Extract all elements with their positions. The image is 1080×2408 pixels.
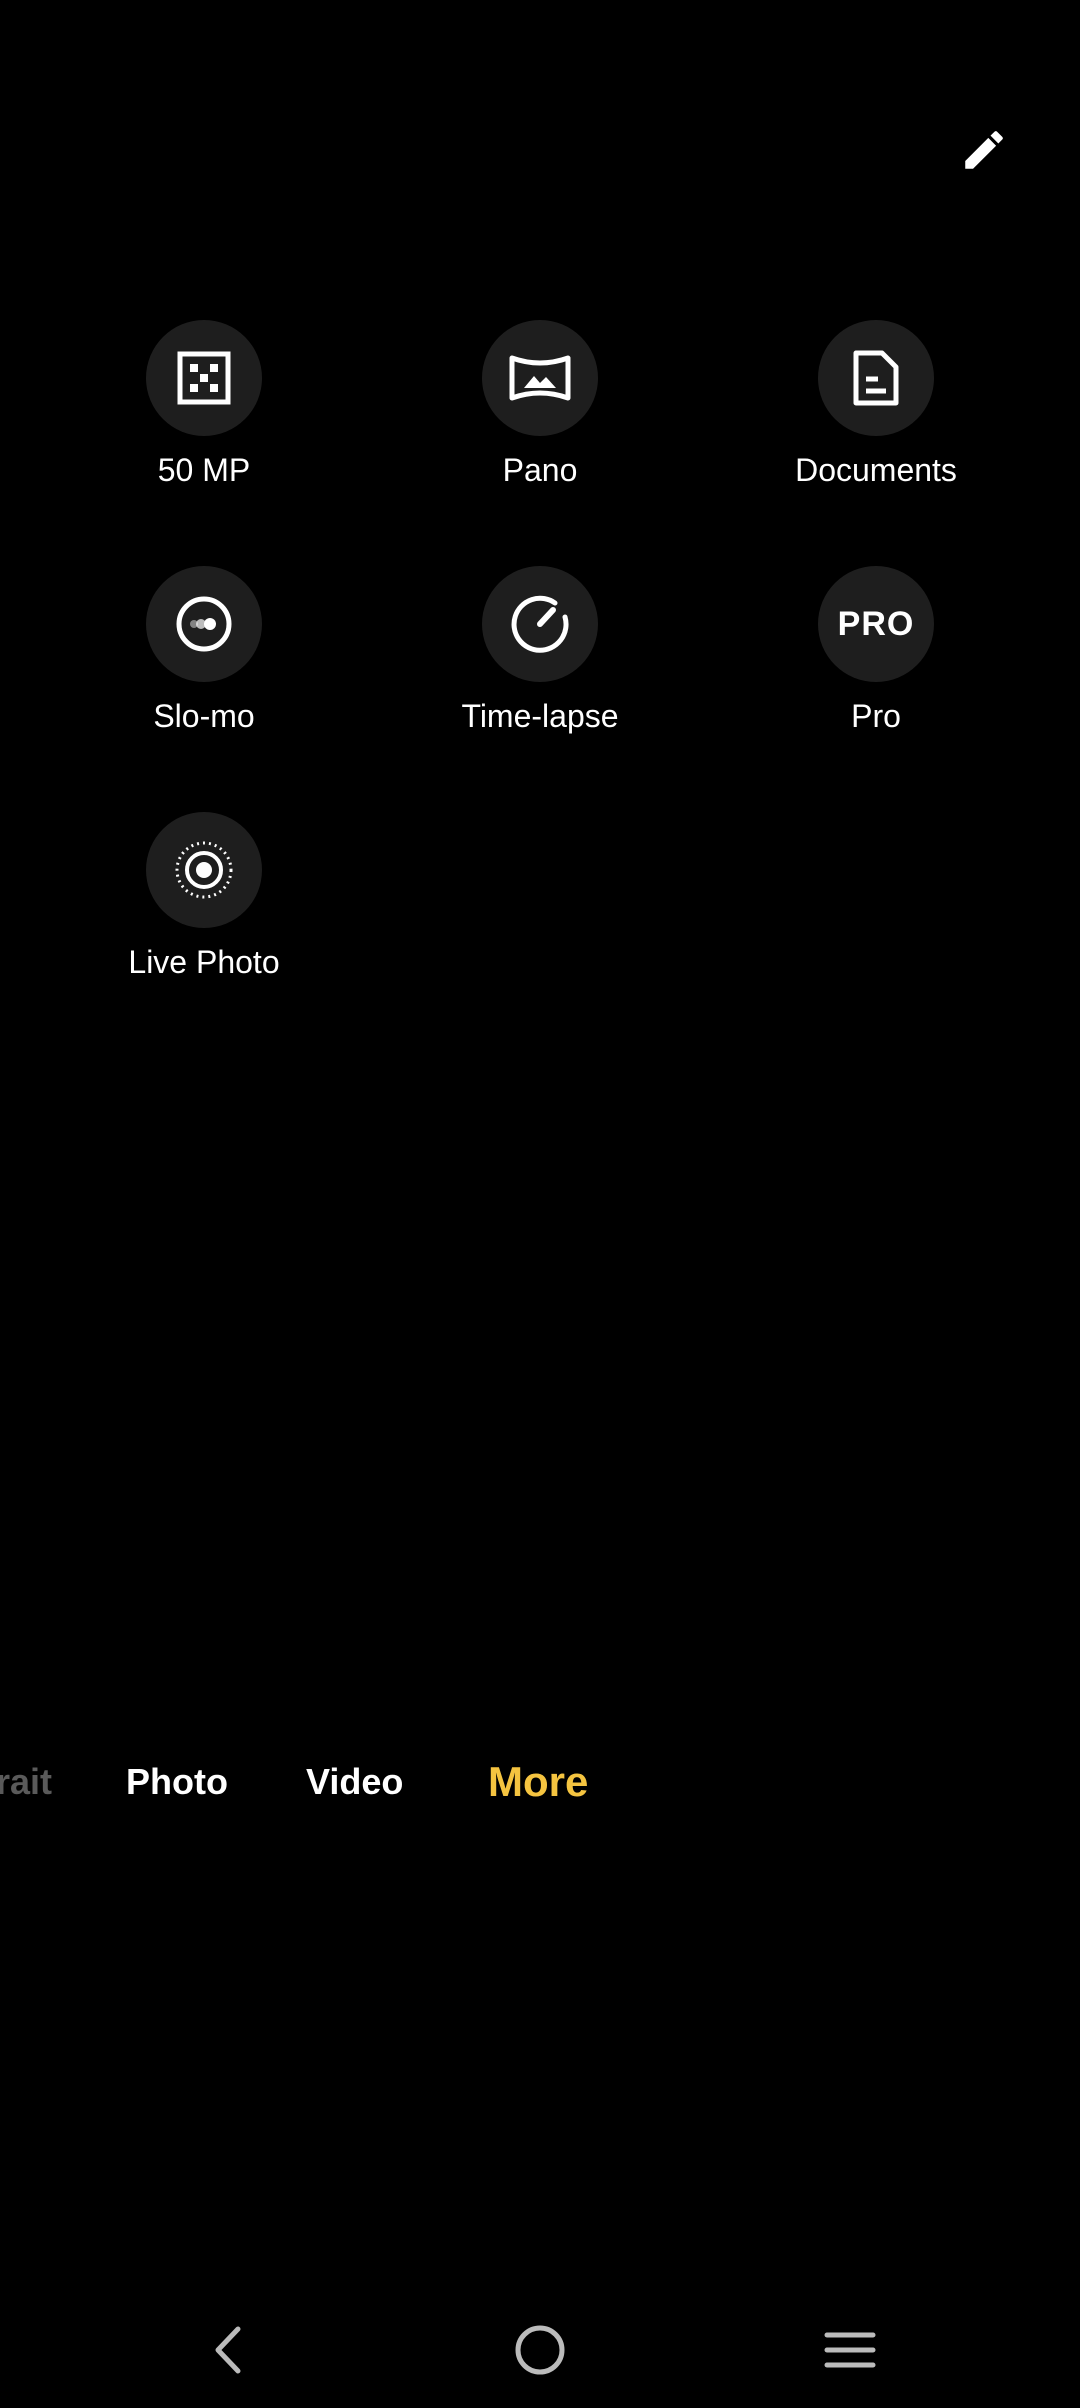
mode-label: 50 MP xyxy=(157,452,251,488)
document-icon xyxy=(853,350,899,406)
tab-video[interactable]: Video xyxy=(306,1752,403,1812)
live-photo-icon xyxy=(175,841,233,899)
mode-live-photo-icon-wrap xyxy=(146,812,262,928)
mode-label: Time-lapse xyxy=(461,698,619,734)
mode-live-photo[interactable]: Live Photo xyxy=(36,812,372,1002)
system-nav-bar xyxy=(0,2300,1080,2400)
mode-label: Pro xyxy=(851,698,901,734)
mode-50mp-icon-wrap xyxy=(146,320,262,436)
slow-motion-icon xyxy=(176,596,232,652)
tab-photo[interactable]: Photo xyxy=(126,1752,228,1812)
mode-pro[interactable]: PRO Pro xyxy=(708,566,1044,756)
tab-more[interactable]: More xyxy=(488,1752,588,1812)
mode-time-lapse[interactable]: Time-lapse xyxy=(372,566,708,756)
mode-documents[interactable]: Documents xyxy=(708,320,1044,510)
home-button[interactable] xyxy=(490,2300,590,2400)
gauge-icon xyxy=(511,595,569,653)
mode-label: Live Photo xyxy=(128,944,280,980)
mode-slo-mo[interactable]: Slo-mo xyxy=(36,566,372,756)
home-circle-icon xyxy=(515,2325,565,2375)
mode-50mp[interactable]: 50 MP xyxy=(36,320,372,510)
mode-documents-icon-wrap xyxy=(818,320,934,436)
mode-pano-icon-wrap xyxy=(482,320,598,436)
grid-dots-icon xyxy=(177,351,231,405)
mode-pano[interactable]: Pano xyxy=(372,320,708,510)
mode-label: Pano xyxy=(502,452,578,488)
mode-label: Slo-mo xyxy=(153,698,255,734)
menu-lines-icon xyxy=(824,2332,876,2368)
mode-time-lapse-icon-wrap xyxy=(482,566,598,682)
mode-label: Documents xyxy=(795,452,957,488)
pencil-icon xyxy=(965,131,1003,169)
tab-portrait[interactable]: rait xyxy=(0,1752,52,1812)
edit-button[interactable] xyxy=(946,112,1022,188)
panorama-icon xyxy=(509,355,571,401)
mode-slo-mo-icon-wrap xyxy=(146,566,262,682)
pro-badge-icon: PRO xyxy=(837,604,915,643)
back-button[interactable] xyxy=(178,2300,278,2400)
camera-mode-tabs: rait Photo Video More xyxy=(0,1752,1080,1812)
mode-pro-icon-wrap: PRO xyxy=(818,566,934,682)
menu-button[interactable] xyxy=(800,2300,900,2400)
back-chevron-icon xyxy=(215,2326,241,2374)
